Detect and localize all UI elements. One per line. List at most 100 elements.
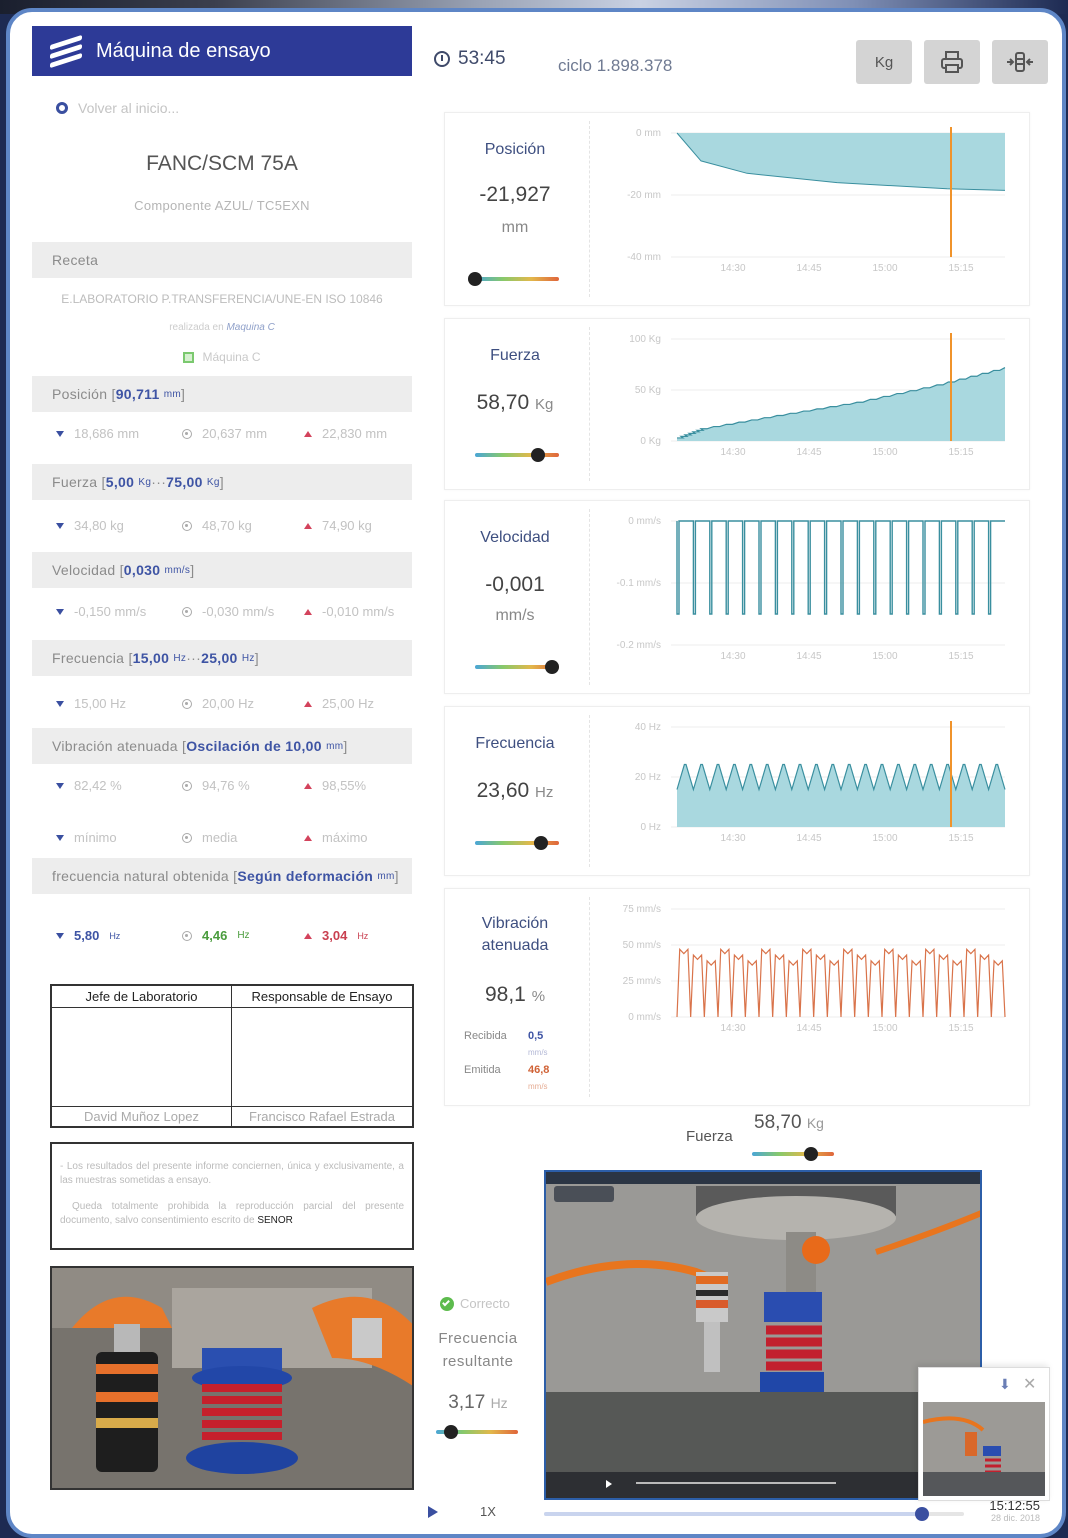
y-tick-label: 40 Hz: [635, 722, 661, 733]
card-divider: [589, 327, 590, 481]
machine-checkbox[interactable]: Máquina C: [32, 350, 412, 364]
min-arrow-icon: [56, 522, 64, 529]
y-tick-label: -20 mm: [627, 190, 661, 201]
line-series: [676, 520, 1005, 615]
legal-notice: - Los resultados del presente informe co…: [50, 1142, 414, 1250]
section-close: ]: [254, 650, 259, 666]
back-link[interactable]: Volver al inicio...: [56, 100, 179, 116]
signature-header: Responsable de Ensayo: [232, 986, 412, 1008]
chart-velocidad: 0 mm/s -0.1 mm/s -0.2 mm/s 14:30 14:45 15:00 1…: [617, 516, 1005, 662]
section-close: ]: [190, 562, 195, 578]
stat-max: 98,55%: [290, 778, 412, 793]
chart-frecuencia: 40 Hz 20 Hz 0 Hz 14:30 14:45 15:00 15:15: [635, 721, 1006, 844]
x-tick-label: 14:30: [720, 651, 745, 662]
close-icon[interactable]: ✕: [1023, 1374, 1036, 1394]
section-value: 90,711: [115, 386, 160, 402]
min-arrow-icon: [56, 782, 64, 789]
max-arrow-icon: [304, 932, 312, 939]
section-close: ]: [181, 386, 186, 402]
card-label: Fuerza: [490, 347, 540, 364]
video-seek-bar[interactable]: [544, 1507, 964, 1521]
notice-company: SENOR: [257, 1215, 293, 1226]
checkbox-icon: [183, 351, 195, 363]
picture-in-picture[interactable]: ⬇ ✕: [918, 1367, 1050, 1501]
section-unit-2: Kg: [206, 476, 220, 488]
level-slider: [468, 272, 559, 286]
video-date: 28 dic. 2018: [990, 1513, 1040, 1523]
card-value: -0,001: [485, 573, 545, 596]
play-icon[interactable]: [428, 1506, 438, 1518]
print-button[interactable]: [924, 40, 980, 84]
signature-lab-chief: Jefe de Laboratorio David Muñoz Lopez: [52, 986, 232, 1126]
max-arrow-icon: [304, 608, 312, 615]
card-label-2: atenuada: [481, 937, 549, 954]
bottom-force-slider: [752, 1147, 834, 1161]
y-tick-label: -40 mm: [627, 252, 661, 263]
spring-compress-button[interactable]: [992, 40, 1048, 84]
stats-frecuencia: 15,00 Hz 20,00 Hz 25,00 Hz: [32, 696, 412, 711]
section-fuerza: Fuerza [5,00 Kg ··· 75,00 Kg]: [32, 464, 412, 500]
card-value: -21,927: [479, 183, 551, 206]
stat-avg: 48,70 kg: [164, 518, 290, 533]
stat-min: 15,00 Hz: [32, 696, 164, 711]
x-tick-label: 14:45: [796, 833, 821, 844]
x-tick-label: 14:45: [796, 1023, 821, 1034]
max-arrow-icon: [304, 834, 312, 841]
card-divider: [589, 715, 590, 867]
unit-toggle-button[interactable]: Kg: [856, 40, 912, 84]
back-arrow-icon: [56, 102, 68, 114]
y-tick-label: 100 Kg: [629, 334, 661, 345]
stat-avg: 20,637 mm: [164, 426, 290, 441]
realized-machine: Maquina C: [226, 322, 275, 333]
section-value: 15,00: [132, 650, 170, 666]
level-slider: [475, 660, 560, 674]
y-tick-label: 75 mm/s: [623, 904, 661, 915]
status-label: Correcto: [460, 1296, 510, 1311]
result-label-2: resultante: [442, 1353, 514, 1370]
test-rig-video-frame: [546, 1172, 980, 1498]
section-unit: mm/s: [164, 564, 191, 576]
y-tick-label: 50 Kg: [635, 385, 661, 396]
x-tick-label: 15:00: [872, 263, 897, 274]
notice-paragraph-1: - Los resultados del presente informe co…: [60, 1161, 404, 1186]
emitted-label: Emitida: [464, 1064, 501, 1076]
seek-fill: [544, 1512, 922, 1516]
playback-speed[interactable]: 1X: [480, 1504, 496, 1519]
min-arrow-icon: [56, 608, 64, 615]
seek-handle[interactable]: [915, 1507, 929, 1521]
result-label-1: Frecuencia: [438, 1330, 518, 1347]
section-label: Frecuencia [: [52, 650, 133, 666]
section-unit-2: Hz: [241, 652, 255, 664]
x-tick-label: 15:00: [872, 1023, 897, 1034]
x-tick-label: 14:30: [720, 833, 745, 844]
x-tick-label: 14:30: [720, 447, 745, 458]
section-value: 5,00: [105, 474, 135, 490]
x-tick-label: 15:00: [872, 833, 897, 844]
card-label: Velocidad: [480, 529, 550, 546]
card-value: 58,70 Kg: [445, 391, 585, 415]
stats-natural-frequency: 5,80 Hz 4,46 Hz 3,04 Hz: [32, 928, 412, 943]
x-tick-label: 14:30: [720, 1023, 745, 1034]
average-icon: [182, 428, 192, 439]
card-posicion: Posición -21,927 mm 0 mm -20 mm -40 mm 14:3…: [444, 112, 1030, 306]
bottom-force-knob: [804, 1147, 819, 1161]
section-value-2: 25,00: [201, 650, 238, 666]
max-arrow-icon: [304, 522, 312, 529]
bottom-force-number: 58,70: [754, 1112, 802, 1133]
average-icon: [182, 606, 192, 617]
x-tick-label: 14:30: [720, 263, 745, 274]
section-unit: mm: [326, 740, 344, 752]
y-tick-label: 0 Kg: [640, 436, 661, 447]
level-knob: [468, 272, 482, 286]
card-label: Vibración: [481, 915, 549, 932]
piece-name: FANC/SCM 75A: [146, 152, 298, 175]
card-frecuencia: Frecuencia 23,60 Hz 40 Hz 20 Hz 0 Hz 14:30 1…: [444, 706, 1030, 876]
min-arrow-icon: [56, 834, 64, 841]
section-close: ]: [219, 474, 224, 490]
back-label: Volver al inicio...: [78, 100, 180, 116]
recipe-name: E.LABORATORIO P.TRANSFERENCIA/UNE-EN ISO…: [61, 292, 383, 306]
download-icon[interactable]: ⬇: [999, 1376, 1011, 1393]
stat-max: 3,04 Hz: [290, 928, 412, 943]
test-video[interactable]: [544, 1170, 982, 1500]
app-window: Máquina de ensayo Volver al inicio... FA…: [6, 8, 1066, 1538]
